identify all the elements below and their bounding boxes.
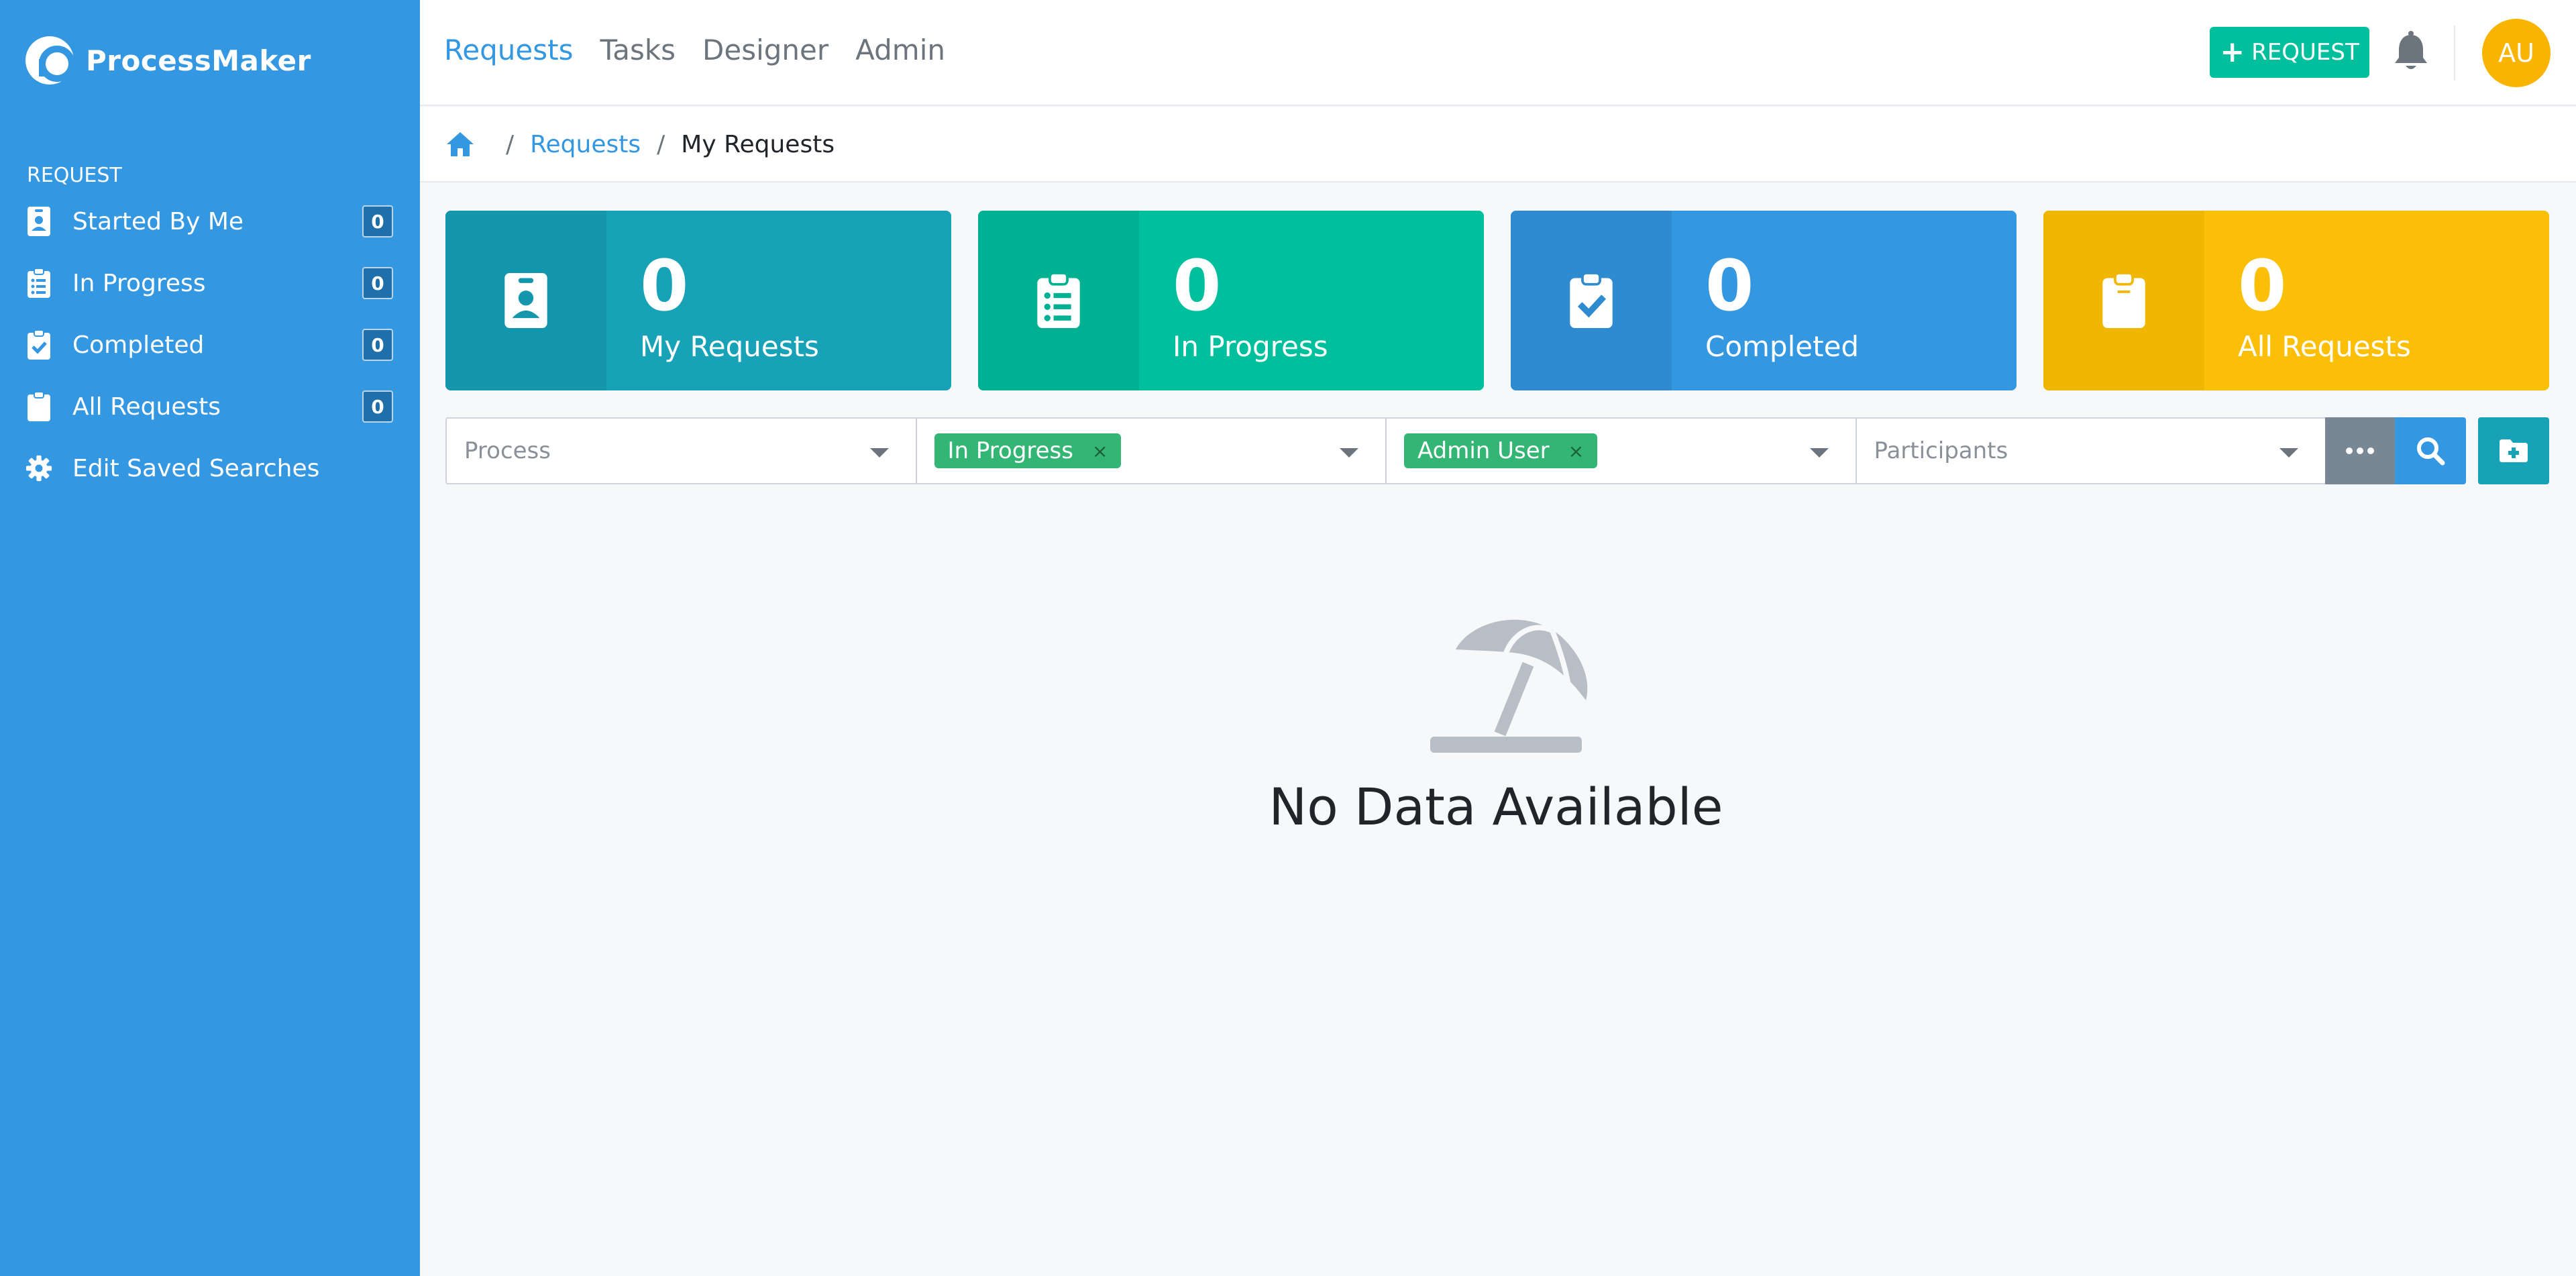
sidebar-item-label: Completed (72, 331, 205, 359)
sidebar-item-label: In Progress (72, 269, 206, 297)
sidebar-item-label: Started By Me (72, 207, 244, 235)
card-all-requests[interactable]: 0 All Requests (2043, 211, 2549, 390)
breadcrumb-separator: / (657, 130, 665, 158)
plus-icon: + (2220, 35, 2245, 69)
id-badge-icon (445, 211, 606, 390)
home-icon[interactable] (445, 131, 475, 158)
requester-filter-select[interactable]: Admin User × (1387, 419, 1857, 483)
caret-down-icon (1809, 448, 1829, 458)
nav-admin[interactable]: Admin (855, 34, 945, 66)
count-badge: 0 (362, 267, 393, 299)
sidebar-item-all-requests[interactable]: All Requests 0 (25, 383, 393, 430)
sidebar-item-label: Edit Saved Searches (72, 454, 320, 482)
sidebar-item-label: All Requests (72, 392, 221, 421)
sidebar-item-edit-saved-searches[interactable]: Edit Saved Searches (25, 445, 393, 492)
card-count: 0 (1173, 245, 1222, 327)
count-badge: 0 (362, 329, 393, 361)
clipboard-icon (2043, 211, 2204, 390)
folder-plus-icon (2500, 439, 2528, 462)
participants-filter-select[interactable]: Participants (1857, 419, 2326, 483)
card-count: 0 (1705, 245, 1754, 327)
user-avatar[interactable]: AU (2482, 19, 2551, 87)
participants-placeholder: Participants (1874, 437, 2008, 464)
remove-tag-icon[interactable]: × (1568, 440, 1584, 462)
navbar-divider (2454, 25, 2455, 81)
breadcrumb-separator: / (506, 130, 515, 158)
clipboard-check-icon (25, 329, 52, 360)
count-badge: 0 (362, 390, 393, 423)
requester-tag-label: Admin User (1417, 437, 1550, 464)
status-tag: In Progress × (934, 433, 1122, 468)
card-count: 0 (2238, 245, 2287, 327)
id-badge-icon (25, 206, 52, 237)
requester-tag: Admin User × (1404, 433, 1598, 468)
nav-requests[interactable]: Requests (444, 34, 574, 66)
card-completed[interactable]: 0 Completed (1511, 211, 2017, 390)
main-nav: Requests Tasks Designer Admin (444, 34, 945, 66)
card-count: 0 (640, 245, 689, 327)
status-tag-label: In Progress (947, 437, 1073, 464)
breadcrumb-current: My Requests (681, 130, 835, 158)
ellipsis-dot (2346, 447, 2353, 454)
card-my-requests[interactable]: 0 My Requests (445, 211, 951, 390)
breadcrumb-requests-link[interactable]: Requests (530, 131, 641, 158)
sidebar-section-title: REQUEST (27, 164, 122, 187)
empty-state-message: No Data Available (1269, 777, 1723, 837)
card-label: All Requests (2238, 330, 2411, 363)
bell-icon[interactable] (2391, 31, 2431, 74)
save-search-button[interactable] (2478, 417, 2549, 484)
gear-icon (25, 453, 52, 484)
process-filter-select[interactable]: Process (447, 419, 917, 483)
card-label: My Requests (640, 330, 819, 363)
new-request-button[interactable]: + REQUEST (2210, 27, 2369, 78)
advanced-search-button[interactable] (2325, 417, 2395, 484)
card-in-progress[interactable]: 0 In Progress (978, 211, 1484, 390)
search-button[interactable] (2395, 417, 2466, 484)
card-label: In Progress (1173, 330, 1328, 363)
caret-down-icon (1340, 448, 1358, 458)
sidebar-item-started-by-me[interactable]: Started By Me 0 (25, 198, 393, 245)
sidebar: ProcessMaker REQUEST Started By Me 0 In … (0, 0, 420, 1276)
app-logo[interactable]: ProcessMaker (25, 36, 311, 85)
new-request-label: REQUEST (2251, 39, 2359, 66)
processmaker-logo-icon (25, 36, 75, 85)
ellipsis-dot (2357, 447, 2363, 454)
card-label: Completed (1705, 330, 1860, 363)
umbrella-beach-icon (1425, 615, 1601, 755)
sidebar-item-completed[interactable]: Completed 0 (25, 321, 393, 368)
search-icon (2417, 437, 2445, 466)
app-name: ProcessMaker (86, 44, 311, 77)
clipboard-list-icon (978, 211, 1139, 390)
clipboard-icon (25, 391, 52, 422)
caret-down-icon (869, 448, 889, 458)
breadcrumb: / Requests / My Requests (420, 107, 2576, 182)
ellipsis-dot (2367, 447, 2374, 454)
count-badge: 0 (362, 205, 393, 237)
clipboard-check-icon (1511, 211, 1672, 390)
nav-tasks[interactable]: Tasks (600, 34, 676, 66)
remove-tag-icon[interactable]: × (1092, 440, 1108, 462)
filter-bar: Process In Progress × Admin User × Parti… (445, 417, 2326, 484)
status-filter-select[interactable]: In Progress × (917, 419, 1387, 483)
top-navbar: Requests Tasks Designer Admin + REQUEST … (420, 0, 2576, 106)
process-placeholder: Process (464, 437, 551, 464)
nav-designer[interactable]: Designer (702, 34, 828, 66)
caret-down-icon (2279, 448, 2298, 458)
clipboard-list-icon (25, 268, 52, 299)
sidebar-item-in-progress[interactable]: In Progress 0 (25, 260, 393, 307)
